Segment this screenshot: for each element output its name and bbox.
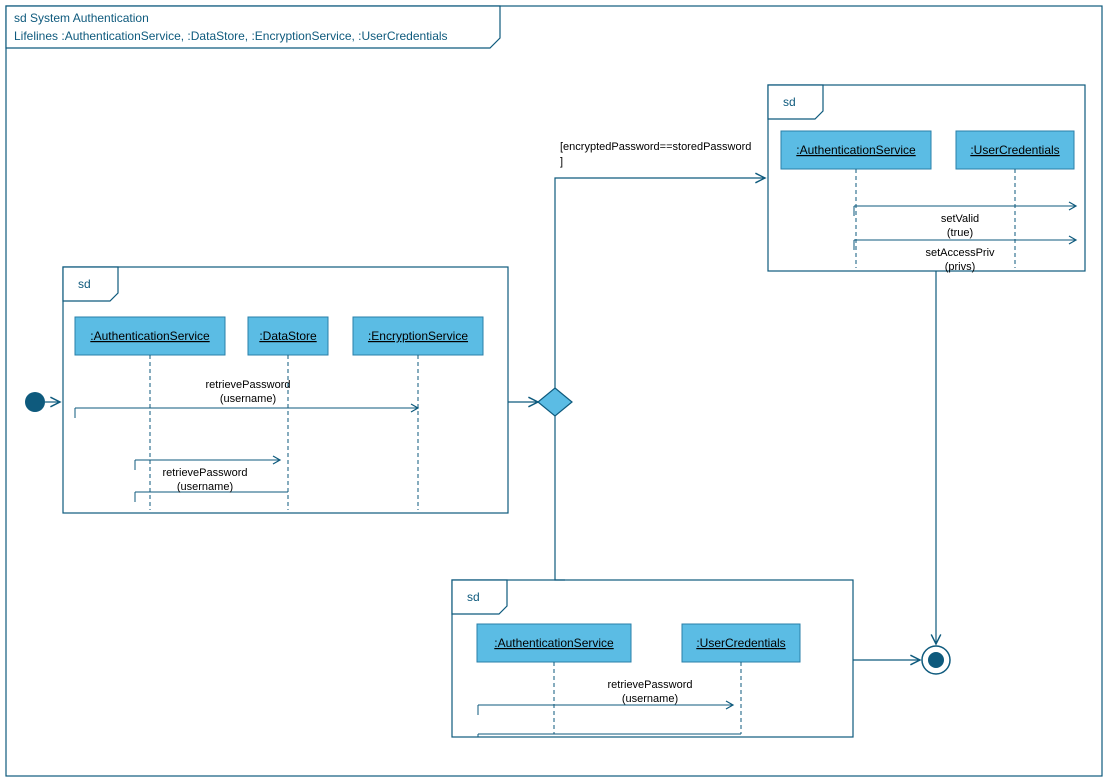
outer-frame-lifelines: Lifelines :AuthenticationService, :DataS… [14, 29, 448, 43]
frame2-msg1: setValid (true) [854, 206, 1076, 239]
svg-text::DataStore: :DataStore [259, 329, 317, 343]
frame3-label: sd [467, 590, 480, 604]
svg-text:(true): (true) [947, 227, 973, 239]
svg-text::AuthenticationService: :AuthenticationService [796, 143, 916, 157]
frame1-msg2: retrievePassword (username) [135, 460, 288, 502]
svg-text:(username): (username) [177, 481, 233, 493]
svg-text:(username): (username) [622, 693, 678, 705]
frame-sd-2: sd :AuthenticationService :UserCredentia… [768, 85, 1085, 273]
frame-sd-1: sd :AuthenticationService :DataStore :En… [63, 267, 508, 513]
flow-decision-to-frame3 [555, 416, 565, 580]
frame2-label: sd [783, 95, 796, 109]
svg-text:retrievePassword: retrievePassword [163, 467, 248, 479]
outer-frame-title: sd System Authentication [14, 11, 149, 25]
interaction-overview-diagram: sd System Authentication Lifelines :Auth… [0, 0, 1114, 784]
guard-label: [encryptedPassword==storedPassword ] [560, 141, 751, 168]
svg-text:retrievePassword: retrievePassword [206, 379, 291, 391]
frame1-lifeline-datastore: :DataStore [248, 317, 328, 510]
svg-text::EncryptionService: :EncryptionService [368, 329, 468, 343]
frame1-lifeline-encryption: :EncryptionService [353, 317, 483, 510]
frame-sd-3: sd :AuthenticationService :UserCredentia… [452, 580, 853, 737]
svg-text:(privs): (privs) [945, 261, 976, 273]
svg-text::UserCredentials: :UserCredentials [970, 143, 1059, 157]
svg-text:]: ] [560, 156, 563, 168]
frame1-msg1: retrievePassword (username) [75, 379, 418, 418]
initial-node [25, 392, 45, 412]
svg-text:setAccessPriv: setAccessPriv [925, 247, 995, 259]
svg-text:(username): (username) [220, 393, 276, 405]
svg-text::UserCredentials: :UserCredentials [696, 636, 785, 650]
svg-text:retrievePassword: retrievePassword [608, 679, 693, 691]
svg-text:[encryptedPassword==storedPass: [encryptedPassword==storedPassword [560, 141, 751, 153]
svg-text::AuthenticationService: :AuthenticationService [494, 636, 614, 650]
flow-decision-to-frame2 [555, 178, 765, 388]
frame2-lifeline-auth: :AuthenticationService [781, 131, 931, 268]
frame3-lifeline-usercred: :UserCredentials [682, 624, 800, 734]
svg-text::AuthenticationService: :AuthenticationService [90, 329, 210, 343]
decision-node [538, 388, 572, 416]
frame2-msg2: setAccessPriv (privs) [854, 240, 1076, 273]
final-node [922, 646, 950, 674]
frame3-msg1: retrievePassword (username) [478, 679, 741, 737]
svg-text:setValid: setValid [941, 213, 979, 225]
frame1-label: sd [78, 277, 91, 291]
